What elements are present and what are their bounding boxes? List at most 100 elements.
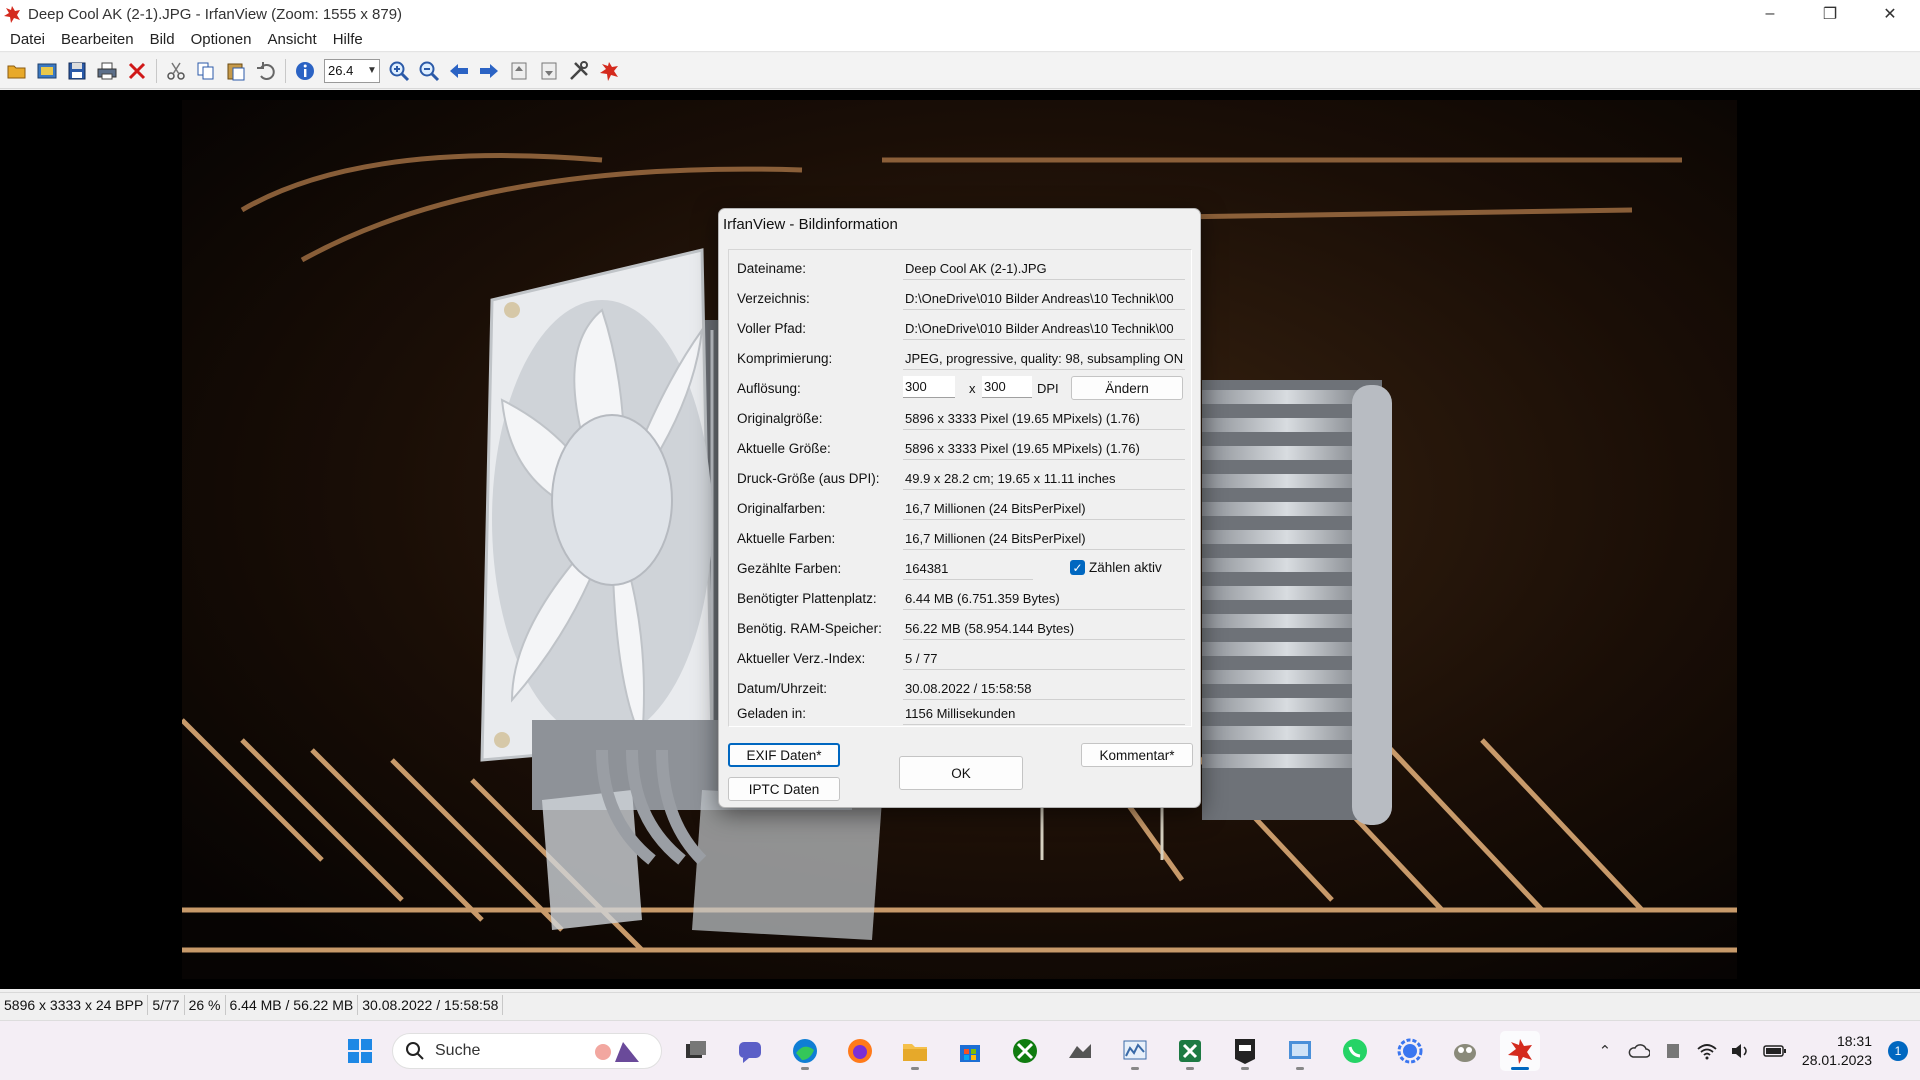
paste-icon[interactable] [221, 56, 251, 86]
undo-icon[interactable] [251, 56, 281, 86]
dialog-title: IrfanView - Bildinformation [723, 216, 898, 233]
row-value[interactable]: 30.08.2022 / 15:58:58 [903, 676, 1185, 700]
info-icon[interactable] [290, 56, 320, 86]
dpi-x-input[interactable]: 300 [903, 376, 955, 398]
row-value[interactable]: 16,7 Millionen (24 BitsPerPixel) [903, 526, 1185, 550]
row-value[interactable]: 1156 Millisekunden [903, 701, 1185, 725]
menu-optionen[interactable]: Optionen [183, 31, 260, 48]
delete-icon[interactable] [122, 56, 152, 86]
row-load-time: Geladen in: 1156 Millisekunden [737, 701, 1187, 725]
dpi-y-input[interactable]: 300 [982, 376, 1032, 398]
restore-button[interactable]: ❐ [1800, 0, 1860, 28]
taskbar-search[interactable]: Suche [392, 1033, 662, 1069]
row-value[interactable]: 56.22 MB (58.954.144 Bytes) [903, 616, 1185, 640]
iptc-data-button[interactable]: IPTC Daten [728, 777, 840, 801]
firefox-icon[interactable] [840, 1031, 880, 1071]
windows-start-icon[interactable] [340, 1031, 380, 1071]
xbox-icon[interactable] [1005, 1031, 1045, 1071]
status-size: 6.44 MB / 56.22 MB [226, 994, 359, 1015]
print-icon[interactable] [92, 56, 122, 86]
window-controls: – ❐ ✕ [1740, 0, 1920, 28]
counted-colors-value[interactable]: 164381 [903, 556, 1033, 580]
wifi-icon[interactable] [1692, 1036, 1722, 1066]
save-icon[interactable] [62, 56, 92, 86]
row-value[interactable]: 5 / 77 [903, 646, 1185, 670]
volume-icon[interactable] [1726, 1036, 1756, 1066]
settings-icon[interactable] [564, 56, 594, 86]
task-view-icon[interactable] [676, 1031, 716, 1071]
battery-icon[interactable] [1760, 1036, 1790, 1066]
irfanview-icon[interactable] [1500, 1031, 1540, 1071]
control-panel-icon[interactable] [1280, 1031, 1320, 1071]
toolbar-separator [285, 58, 286, 83]
next-icon[interactable] [474, 56, 504, 86]
row-value[interactable]: D:\OneDrive\010 Bilder Andreas\10 Techni… [903, 316, 1185, 340]
whatsapp-icon[interactable] [1335, 1031, 1375, 1071]
irfanview-logo-icon[interactable] [594, 56, 624, 86]
row-value[interactable]: 49.9 x 28.2 cm; 19.65 x 11.11 inches [903, 466, 1185, 490]
row-current-colors: Aktuelle Farben: 16,7 Millionen (24 Bits… [737, 526, 1187, 550]
menu-hilfe[interactable]: Hilfe [325, 31, 371, 48]
minimize-button[interactable]: – [1740, 0, 1800, 28]
menu-datei[interactable]: Datei [2, 31, 53, 48]
change-dpi-button[interactable]: Ändern [1071, 376, 1183, 400]
gimp-icon[interactable] [1445, 1031, 1485, 1071]
row-value[interactable]: 6.44 MB (6.751.359 Bytes) [903, 586, 1185, 610]
zoom-value: 26.4 [328, 63, 354, 78]
previous-icon[interactable] [444, 56, 474, 86]
row-value[interactable]: 5896 x 3333 Pixel (19.65 MPixels) (1.76) [903, 406, 1185, 430]
notification-badge[interactable]: 1 [1888, 1041, 1908, 1061]
row-value[interactable]: 16,7 Millionen (24 BitsPerPixel) [903, 496, 1185, 520]
row-label: Benötig. RAM-Speicher: [737, 621, 882, 636]
zoom-in-icon[interactable] [384, 56, 414, 86]
menu-bearbeiten[interactable]: Bearbeiten [53, 31, 142, 48]
onedrive-icon[interactable] [1624, 1036, 1654, 1066]
row-full-path: Voller Pfad: D:\OneDrive\010 Bilder Andr… [737, 316, 1187, 340]
epic-games-icon[interactable] [1225, 1031, 1265, 1071]
row-value[interactable]: Deep Cool AK (2-1).JPG [903, 256, 1185, 280]
file-explorer-icon[interactable] [895, 1031, 935, 1071]
ok-button[interactable]: OK [899, 756, 1023, 790]
comment-button[interactable]: Kommentar* [1081, 743, 1193, 767]
running-indicator [801, 1067, 809, 1070]
zoom-combobox[interactable]: 26.4 ▼ [324, 58, 380, 83]
teams-chat-icon[interactable] [730, 1031, 770, 1071]
count-active-label: Zählen aktiv [1089, 560, 1162, 575]
store-icon[interactable] [950, 1031, 990, 1071]
row-label: Originalfarben: [737, 501, 826, 516]
row-current-size: Aktuelle Größe: 5896 x 3333 Pixel (19.65… [737, 436, 1187, 460]
row-value[interactable]: D:\OneDrive\010 Bilder Andreas\10 Techni… [903, 286, 1185, 310]
row-counted-colors: Gezählte Farben: 164381 ✓ Zählen aktiv [737, 556, 1187, 580]
row-value[interactable]: 5896 x 3333 Pixel (19.65 MPixels) (1.76) [903, 436, 1185, 460]
exif-data-button[interactable]: EXIF Daten* [728, 743, 840, 767]
row-disk-space: Benötigter Plattenplatz: 6.44 MB (6.751.… [737, 586, 1187, 610]
signal-icon[interactable] [1390, 1031, 1430, 1071]
open-folder-icon[interactable] [2, 56, 32, 86]
clock[interactable]: 18:31 28.01.2023 [1802, 1032, 1872, 1070]
menu-bild[interactable]: Bild [142, 31, 183, 48]
excel-icon[interactable] [1170, 1031, 1210, 1071]
chevron-up-icon[interactable]: ⌃ [1590, 1036, 1620, 1066]
count-active-checkbox[interactable]: ✓ Zählen aktiv [1070, 560, 1162, 575]
chevron-down-icon: ▼ [367, 65, 377, 76]
last-page-icon[interactable] [534, 56, 564, 86]
first-page-icon[interactable] [504, 56, 534, 86]
cut-icon[interactable] [161, 56, 191, 86]
row-value[interactable]: JPEG, progressive, quality: 98, subsampl… [903, 346, 1185, 370]
row-label: Aktuelle Größe: [737, 441, 831, 456]
edge-icon[interactable] [785, 1031, 825, 1071]
row-original-size: Originalgröße: 5896 x 3333 Pixel (19.65 … [737, 406, 1187, 430]
row-datetime: Datum/Uhrzeit: 30.08.2022 / 15:58:58 [737, 676, 1187, 700]
slideshow-icon[interactable] [32, 56, 62, 86]
close-button[interactable]: ✕ [1860, 0, 1920, 28]
zoom-out-icon[interactable] [414, 56, 444, 86]
menu-ansicht[interactable]: Ansicht [260, 31, 325, 48]
app-icon[interactable] [1060, 1031, 1100, 1071]
row-filename: Dateiname: Deep Cool AK (2-1).JPG [737, 256, 1187, 280]
resource-monitor-icon[interactable] [1115, 1031, 1155, 1071]
row-print-size: Druck-Größe (aus DPI): 49.9 x 28.2 cm; 1… [737, 466, 1187, 490]
tablet-icon[interactable] [1658, 1036, 1688, 1066]
copy-icon[interactable] [191, 56, 221, 86]
row-directory: Verzeichnis: D:\OneDrive\010 Bilder Andr… [737, 286, 1187, 310]
status-bar: 5896 x 3333 x 24 BPP 5/77 26 % 6.44 MB /… [0, 992, 1920, 1016]
